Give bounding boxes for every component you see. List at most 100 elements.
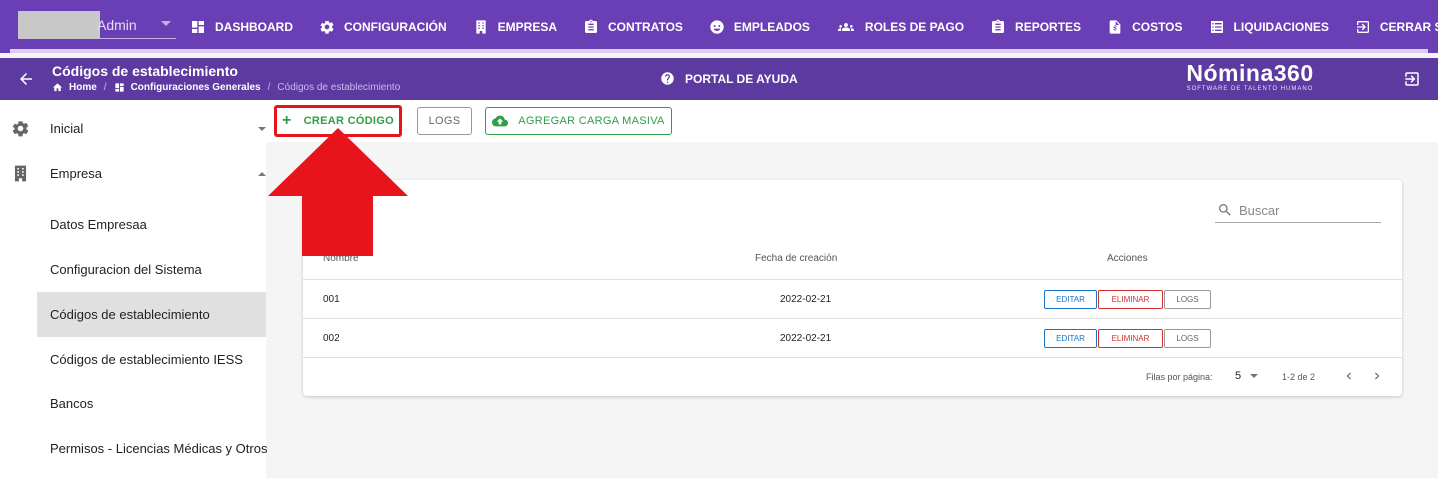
breadcrumb-separator: / <box>103 82 107 93</box>
nav-reportes-label: REPORTES <box>1015 19 1082 34</box>
delete-button[interactable]: ELIMINAR <box>1098 329 1163 348</box>
user-avatar <box>18 11 100 39</box>
page-range: 1-2 de 2 <box>1282 372 1316 382</box>
chevron-right-icon[interactable] <box>1370 369 1384 383</box>
nav-empresa-label: EMPRESA <box>497 19 558 34</box>
invoice-icon <box>1109 19 1121 34</box>
bulk-upload-button[interactable]: AGREGAR CARGA MASIVA <box>485 107 672 135</box>
table-header: Nombre Fecha de creación Acciones <box>303 242 1402 280</box>
nav-configuracion[interactable]: CONFIGURACIÓN <box>319 19 447 35</box>
nav-cerrar-sesion[interactable]: CERRAR SESIÓN <box>1355 19 1438 35</box>
logs-button[interactable]: LOGS <box>417 107 472 135</box>
row-logs-button[interactable]: LOGS <box>1164 329 1211 348</box>
gear-icon <box>12 120 29 137</box>
row-logs-button[interactable]: LOGS <box>1164 290 1211 309</box>
nav-roles-label: ROLES DE PAGO <box>864 19 965 34</box>
column-header-fecha[interactable]: Fecha de creación <box>755 253 837 264</box>
table-row: 002 2022-02-21 EDITAR ELIMINAR LOGS <box>303 319 1402 358</box>
search-icon <box>1219 204 1231 216</box>
breadcrumb: Home / Configuraciones Generales / Códig… <box>52 82 400 93</box>
annotation-arrow-up-icon <box>268 128 408 256</box>
chevron-down-icon <box>161 21 171 26</box>
chevron-left-icon[interactable] <box>1342 369 1356 383</box>
cell-fecha: 2022-02-21 <box>780 294 832 305</box>
cell-nombre: 002 <box>323 333 340 344</box>
list-icon <box>1210 20 1223 33</box>
breadcrumb-current: Códigos de establecimiento <box>277 82 401 93</box>
sidebar-item-codigos-iess[interactable]: Códigos de establecimiento IESS <box>37 337 266 382</box>
sidebar-item-permisos[interactable]: Permisos - Licencias Médicas y Otros <box>37 426 267 471</box>
user-name: Admin <box>97 17 137 33</box>
cell-fecha: 2022-02-21 <box>780 333 832 344</box>
breadcrumb-configuraciones[interactable]: Configuraciones Generales <box>114 82 261 93</box>
face-icon <box>710 19 724 34</box>
page-header: Códigos de establecimiento Home / Config… <box>0 58 1438 100</box>
breadcrumb-home-label: Home <box>69 82 97 93</box>
dashboard-icon <box>114 83 124 92</box>
nav-contratos-label: CONTRATOS <box>608 19 683 34</box>
nav-liquidaciones-label: LIQUIDACIONES <box>1233 19 1329 34</box>
nav-costos-label: COSTOS <box>1132 19 1183 34</box>
page-title: Códigos de establecimiento <box>52 63 238 79</box>
sidebar: Inicial Empresa Datos Empresaa Configura… <box>0 100 267 478</box>
brand-tagline: SOFTWARE DE TALENTO HUMANO <box>1186 86 1314 92</box>
help-portal-link[interactable]: PORTAL DE AYUDA <box>660 71 798 86</box>
home-icon <box>52 83 63 92</box>
nav-dashboard[interactable]: DASHBOARD <box>190 19 293 35</box>
search-box[interactable] <box>1215 198 1381 223</box>
chevron-down-icon <box>1250 374 1259 378</box>
nav-dashboard-label: DASHBOARD <box>215 19 293 34</box>
action-bar: + CREAR CÓDIGO LOGS AGREGAR CARGA MASIVA <box>266 100 1438 142</box>
nav-liquidaciones[interactable]: LIQUIDACIONES <box>1209 19 1329 35</box>
breadcrumb-home[interactable]: Home <box>52 82 97 93</box>
nav-cerrar-label: CERRAR SESIÓN <box>1379 19 1438 34</box>
sidebar-item-configuracion-sistema[interactable]: Configuracion del Sistema <box>37 247 266 292</box>
sidebar-group-empresa[interactable]: Empresa <box>0 151 266 196</box>
clipboard-icon <box>992 19 1005 33</box>
nav-costos[interactable]: COSTOS <box>1107 19 1183 35</box>
nav-reportes[interactable]: REPORTES <box>990 19 1081 35</box>
help-portal-label: PORTAL DE AYUDA <box>685 71 798 86</box>
rows-per-page-label: Filas por página: <box>1146 372 1213 382</box>
brand-name: Nómina360 <box>1186 60 1314 86</box>
sidebar-group-label: Inicial <box>50 121 84 136</box>
user-menu[interactable]: Admin <box>18 11 176 39</box>
rows-per-page-value: 5 <box>1235 370 1242 382</box>
nav-roles-de-pago[interactable]: ROLES DE PAGO <box>836 19 964 35</box>
sidebar-item-codigos-establecimiento[interactable]: Códigos de establecimiento <box>37 292 266 337</box>
nav-contratos[interactable]: CONTRATOS <box>583 19 683 35</box>
chevron-down-icon <box>258 126 266 131</box>
main-menu: DASHBOARD CONFIGURACIÓN EMPRESA CONTRATO… <box>190 0 1438 53</box>
nav-empleados[interactable]: EMPLEADOS <box>709 19 810 35</box>
arrow-back-icon[interactable] <box>17 70 35 88</box>
codes-table-card: Nombre Fecha de creación Acciones 001 20… <box>303 180 1402 396</box>
logout-icon[interactable] <box>1403 70 1421 88</box>
sidebar-group-inicial[interactable]: Inicial <box>0 106 266 151</box>
breadcrumb-configuraciones-label: Configuraciones Generales <box>130 82 261 93</box>
nav-empresa[interactable]: EMPRESA <box>473 19 557 35</box>
brand-logo: Nómina360 SOFTWARE DE TALENTO HUMANO <box>1170 60 1330 93</box>
dashboard-icon <box>192 20 204 33</box>
rows-per-page-select[interactable]: 5 <box>1235 370 1259 382</box>
gear-icon <box>320 20 334 34</box>
building-icon <box>14 165 27 182</box>
breadcrumb-separator: / <box>267 82 271 93</box>
nav-divider <box>10 49 1428 53</box>
edit-button[interactable]: EDITAR <box>1044 290 1097 309</box>
edit-button[interactable]: EDITAR <box>1044 329 1097 348</box>
group-icon <box>837 22 854 31</box>
logout-icon <box>1356 20 1369 33</box>
cloud-upload-icon <box>492 115 509 127</box>
building-icon <box>476 19 486 34</box>
bulk-upload-label: AGREGAR CARGA MASIVA <box>518 115 665 127</box>
row-actions: EDITAR ELIMINAR LOGS <box>1044 290 1211 309</box>
sidebar-item-datos-empresa[interactable]: Datos Empresaa <box>37 202 266 247</box>
top-navbar: Admin DASHBOARD CONFIGURACIÓN EMPRESA CO… <box>0 0 1438 53</box>
delete-button[interactable]: ELIMINAR <box>1098 290 1163 309</box>
search-input[interactable] <box>1239 202 1369 218</box>
cell-nombre: 001 <box>323 294 340 305</box>
sidebar-item-bancos[interactable]: Bancos <box>37 381 266 426</box>
chevron-up-icon <box>258 171 266 176</box>
clipboard-icon <box>585 19 598 33</box>
table-row: 001 2022-02-21 EDITAR ELIMINAR LOGS <box>303 280 1402 319</box>
